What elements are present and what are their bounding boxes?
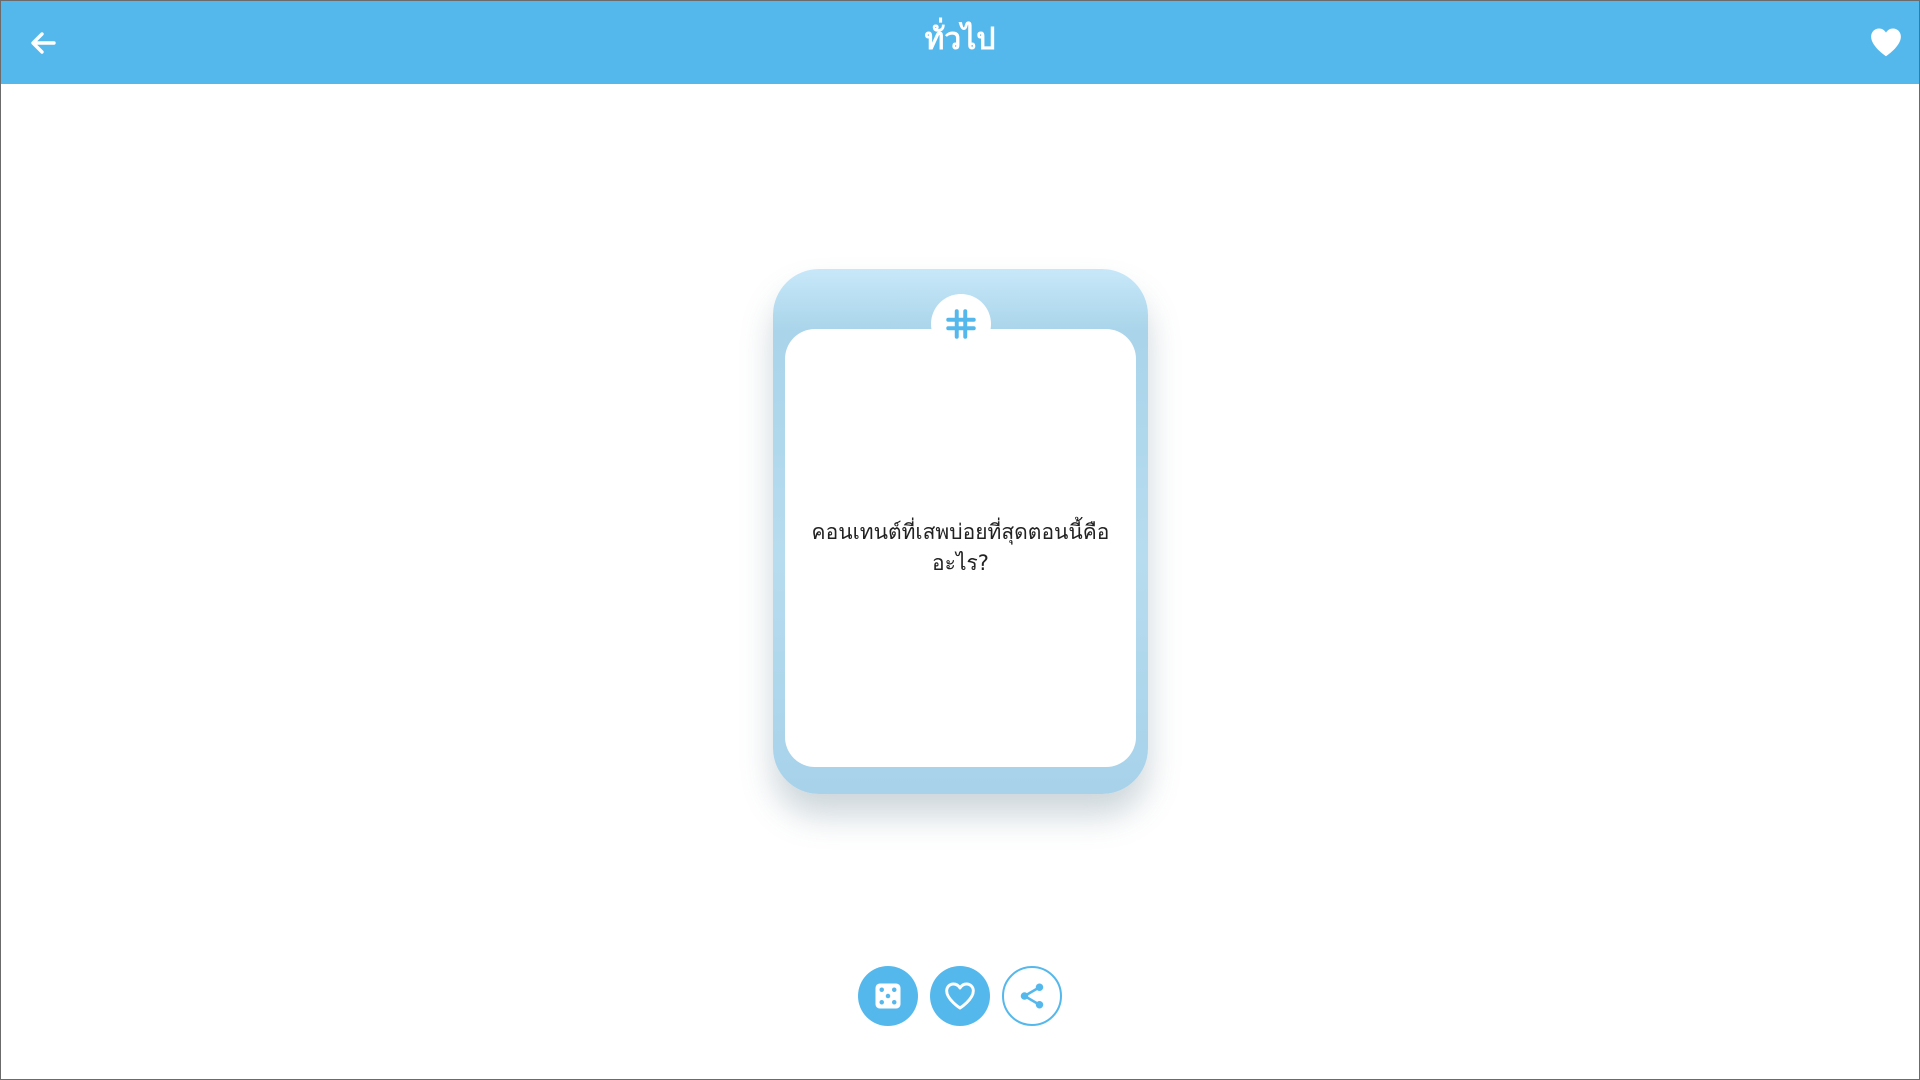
favorite-button[interactable] <box>930 966 990 1026</box>
question-card: คอนเทนต์ที่เสพบ่อยที่สุดตอนนี้คืออะไร? <box>773 269 1148 794</box>
app-window: ทั่วไป คอนเทนต์ที่เสพบ่อยที่สุดตอนนี้คือ… <box>0 0 1920 1080</box>
heart-outline-icon <box>945 982 975 1010</box>
question-text: คอนเทนต์ที่เสพบ่อยที่สุดตอนนี้คืออะไร? <box>811 520 1110 575</box>
question-card-body: คอนเทนต์ที่เสพบ่อยที่สุดตอนนี้คืออะไร? <box>785 329 1136 767</box>
share-icon <box>1020 983 1044 1009</box>
top-bar: ทั่วไป <box>1 1 1919 84</box>
dice-icon <box>875 983 901 1009</box>
favorites-button[interactable] <box>1865 21 1907 63</box>
hashtag-icon <box>946 309 976 339</box>
card-actions <box>858 966 1062 1026</box>
random-button[interactable] <box>858 966 918 1026</box>
category-badge <box>931 294 991 354</box>
page-title: ทั่วไป <box>924 22 996 57</box>
heart-filled-icon <box>1871 28 1901 57</box>
share-button[interactable] <box>1002 966 1062 1026</box>
